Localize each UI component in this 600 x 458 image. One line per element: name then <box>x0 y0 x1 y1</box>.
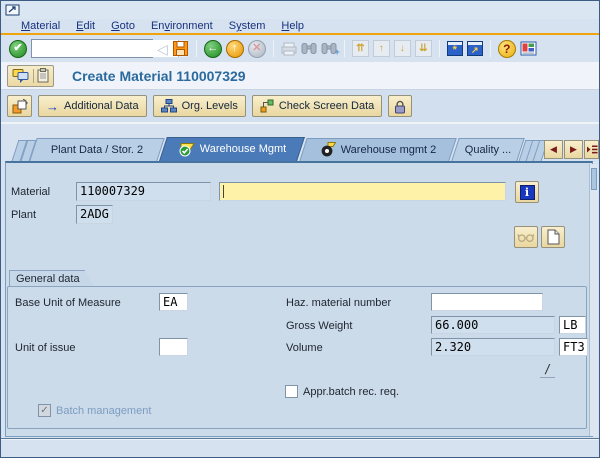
create-shortcut-icon[interactable]: ↗ <box>466 41 483 56</box>
find-icon[interactable] <box>301 42 317 55</box>
volume-field[interactable]: 2.320 <box>431 338 555 356</box>
clipboard-icon <box>37 68 49 83</box>
scrollbar-thumb[interactable] <box>591 168 597 190</box>
back-nav-icon[interactable]: ← <box>203 39 222 58</box>
base-unit-field[interactable]: EA <box>159 293 188 311</box>
title-row: Create Material 110007329 <box>1 62 599 90</box>
tab-warehouse-mgmt[interactable]: Warehouse Mgmt <box>159 137 305 161</box>
glasses-icon <box>517 232 535 243</box>
haz-material-label: Haz. material number <box>286 297 392 309</box>
gross-weight-label: Gross Weight <box>286 320 353 332</box>
exit-up-icon[interactable]: ↑ <box>225 39 244 58</box>
back-icon[interactable]: ◁ <box>157 42 168 56</box>
page-title: Create Material 110007329 <box>72 67 246 84</box>
create-button[interactable] <box>541 226 565 248</box>
tab-plant-data-stor-2[interactable]: Plant Data / Stor. 2 <box>29 138 165 161</box>
general-data-group-label: General data <box>9 270 95 287</box>
menu-system[interactable]: System <box>229 20 266 32</box>
services-for-object-icon <box>12 68 30 84</box>
tab-scroll-right-icon[interactable]: ▶ <box>564 140 583 159</box>
services-for-object-button[interactable] <box>7 64 54 87</box>
org-levels-button[interactable]: Org. Levels <box>152 95 246 117</box>
help-icon[interactable]: ? <box>497 39 516 58</box>
display-button <box>514 226 538 248</box>
cancel-icon: ✕ <box>247 39 266 58</box>
sap-window: Material Edit Goto Environment System He… <box>0 0 600 458</box>
first-page-icon: ⇈ <box>351 40 369 57</box>
toolbar-separator <box>195 40 197 57</box>
menu-help[interactable]: Help <box>281 20 304 32</box>
tab-scroll-left-icon[interactable]: ◀ <box>544 140 563 159</box>
tab-check-tag-icon <box>178 142 195 157</box>
unit-of-issue-field[interactable] <box>159 338 188 356</box>
lock-button[interactable] <box>388 95 413 117</box>
display-change-toggle-icon <box>11 98 28 115</box>
status-bar <box>1 439 599 457</box>
batch-management-label: Batch management <box>56 405 152 417</box>
new-session-icon[interactable]: * <box>446 41 463 56</box>
batch-management-checkbox: ✓ <box>38 404 51 417</box>
toolbar-separator <box>438 40 440 57</box>
plant-field[interactable]: 2ADG <box>76 205 113 224</box>
display-change-toggle-button[interactable] <box>7 95 32 117</box>
vertical-scrollbar[interactable] <box>589 164 598 436</box>
customize-layout-icon[interactable] <box>520 41 537 56</box>
tab-quality[interactable]: Quality ... <box>451 138 525 161</box>
volume-unit-field[interactable]: FT3 <box>559 338 588 356</box>
menu-environment[interactable]: Environment <box>151 20 213 32</box>
tab-warehouse-mgmt-2[interactable]: Warehouse mgmt 2 <box>299 138 457 161</box>
tab-drum-flag-icon <box>320 142 336 157</box>
toolbar-separator <box>272 40 274 57</box>
unit-of-issue-label: Unit of issue <box>15 342 76 354</box>
toolbar-separator <box>489 40 491 57</box>
window-icon[interactable] <box>5 3 21 17</box>
appr-batch-checkbox[interactable] <box>285 385 298 398</box>
print-icon <box>281 42 297 56</box>
gross-weight-unit-field[interactable]: LB <box>559 316 586 334</box>
menu-goto[interactable]: Goto <box>111 20 135 32</box>
standard-toolbar: ✔ ▤ ◁ ← ↑ ✕ + ⇈ ↑ ↓ ⇊ * ↗ ? <box>1 35 599 62</box>
slash-field[interactable]: / <box>540 362 556 378</box>
menu-material[interactable]: Material <box>21 20 60 32</box>
plant-label: Plant <box>11 209 37 221</box>
additional-data-button[interactable]: → Additional Data <box>38 95 147 117</box>
next-page-icon: ↓ <box>393 40 411 57</box>
command-field[interactable]: ▤ <box>31 39 189 58</box>
enter-icon[interactable]: ✔ <box>9 39 27 58</box>
previous-page-icon: ↑ <box>372 40 390 57</box>
volume-label: Volume <box>286 342 323 354</box>
check-screen-data-button[interactable]: Check Screen Data <box>251 95 383 117</box>
right-arrow-icon: → <box>46 98 59 114</box>
base-unit-label: Base Unit of Measure <box>15 297 121 309</box>
org-chart-icon <box>160 99 177 113</box>
appr-batch-label: Appr.batch rec. req. <box>303 386 399 398</box>
save-icon[interactable] <box>172 40 189 57</box>
last-page-icon: ⇊ <box>414 40 432 57</box>
info-icon: i <box>519 184 535 200</box>
text-cursor <box>223 185 224 198</box>
haz-material-field[interactable] <box>431 293 543 311</box>
title-bar <box>1 1 599 19</box>
info-button[interactable]: i <box>515 181 539 203</box>
find-next-icon[interactable]: + <box>321 42 340 57</box>
tab-overview-icon[interactable] <box>584 140 599 159</box>
check-screen-icon <box>260 99 274 113</box>
menu-edit[interactable]: Edit <box>76 20 95 32</box>
material-label: Material <box>11 186 51 198</box>
material-field[interactable]: 110007329 <box>76 182 211 201</box>
material-description-field[interactable] <box>219 182 506 201</box>
new-page-icon <box>546 229 560 245</box>
application-toolbar: → Additional Data Org. Levels Check Scre… <box>1 90 599 124</box>
menu-bar: Material Edit Goto Environment System He… <box>1 19 599 33</box>
gross-weight-field[interactable]: 66.000 <box>431 316 555 334</box>
toolbar-separator <box>343 40 345 57</box>
lock-icon <box>393 99 407 114</box>
